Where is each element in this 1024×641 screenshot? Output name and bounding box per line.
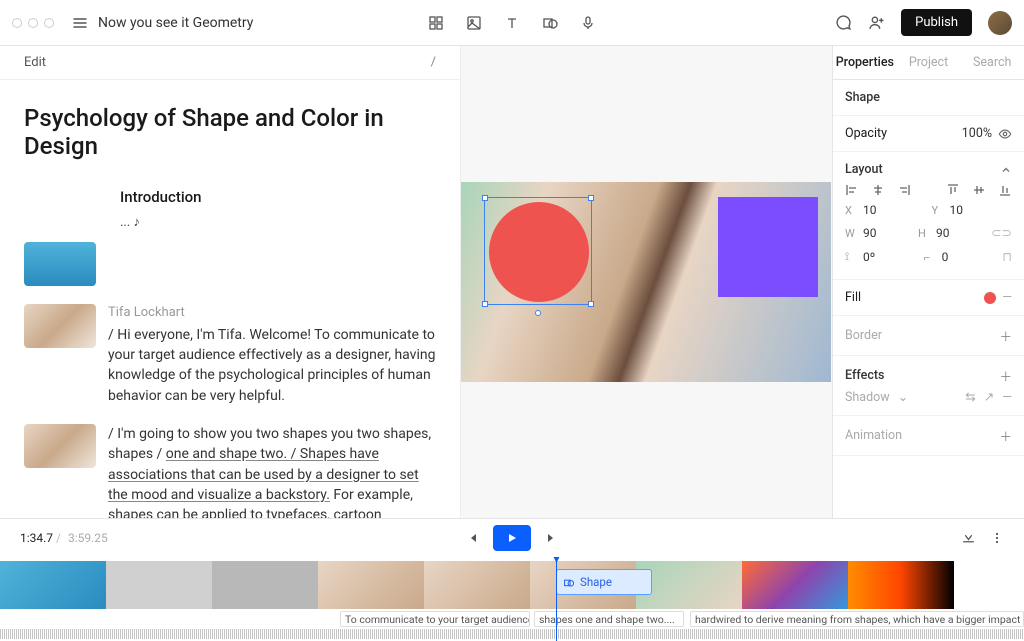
align-left-icon[interactable] xyxy=(845,183,859,197)
top-toolbar: Now you see it Geometry Publish xyxy=(0,0,1024,46)
script-panel: Edit / Psychology of Shape and Color in … xyxy=(0,46,460,518)
prev-frame-icon[interactable] xyxy=(465,531,479,545)
animation-section-h: Animation xyxy=(845,428,902,443)
speaker-name: Tifa Lockhart xyxy=(108,304,436,323)
collapse-icon[interactable] xyxy=(1000,164,1012,176)
link-size-icon[interactable]: ⊂⊃ xyxy=(991,225,1012,241)
h-input[interactable]: 90 xyxy=(936,226,950,240)
remove-fill-icon[interactable]: — xyxy=(1002,290,1012,305)
timeline-clip[interactable] xyxy=(742,561,848,609)
effects-section-h: Effects xyxy=(845,368,884,383)
project-title[interactable]: Now you see it Geometry xyxy=(98,15,253,31)
playhead[interactable] xyxy=(556,557,557,641)
shape-tool-icon[interactable] xyxy=(542,15,558,31)
align-center-h-icon[interactable] xyxy=(871,183,885,197)
add-effect-icon[interactable]: ＋ xyxy=(999,366,1012,385)
add-user-icon[interactable] xyxy=(868,14,885,31)
section-heading: Introduction xyxy=(120,188,436,206)
scene-thumbnail[interactable] xyxy=(24,242,96,286)
caption-segment[interactable]: To communicate to your target audience..… xyxy=(340,611,530,627)
menu-icon[interactable] xyxy=(72,15,88,31)
timeline[interactable]: Shape To communicate to your target audi… xyxy=(0,557,1024,641)
play-button[interactable] xyxy=(493,525,531,551)
visibility-icon[interactable] xyxy=(998,127,1012,141)
user-avatar[interactable] xyxy=(988,11,1012,35)
rotation-icon: ⟟ xyxy=(845,250,857,264)
breadcrumb-edit[interactable]: Edit xyxy=(24,55,46,70)
breadcrumb-slash: / xyxy=(431,55,436,70)
fill-section-h: Fill xyxy=(845,290,861,305)
opacity-row[interactable]: Opacity 100% xyxy=(833,116,1024,152)
tab-project[interactable]: Project xyxy=(897,46,961,79)
shadow-settings-icon[interactable]: ⇆ xyxy=(965,389,975,405)
selection-frame[interactable] xyxy=(484,197,592,305)
align-top-icon[interactable] xyxy=(946,183,960,197)
opacity-value[interactable]: 100% xyxy=(962,126,992,141)
remove-shadow-icon[interactable]: — xyxy=(1002,390,1012,405)
timeline-clip[interactable] xyxy=(424,561,530,609)
chevron-down-icon[interactable]: ⌄ xyxy=(898,389,908,405)
tab-properties[interactable]: Properties xyxy=(833,46,897,79)
shape-section-h: Shape xyxy=(845,90,1012,105)
timeline-clip[interactable] xyxy=(318,561,424,609)
x-input[interactable]: 10 xyxy=(863,203,877,217)
breadcrumb: Edit / xyxy=(0,46,460,80)
corner-icon: ⌐ xyxy=(924,251,936,264)
waveform xyxy=(0,629,1024,639)
corner-input[interactable]: 0 xyxy=(942,250,949,264)
music-marker: ... ♪ xyxy=(120,214,436,230)
add-border-icon[interactable]: ＋ xyxy=(999,326,1012,345)
rotation-input[interactable]: 0º xyxy=(863,250,875,264)
corners-expand-icon[interactable]: ⊓ xyxy=(1002,249,1012,265)
align-right-icon[interactable] xyxy=(897,183,911,197)
align-bottom-icon[interactable] xyxy=(998,183,1012,197)
timeline-clip[interactable] xyxy=(0,561,106,609)
timeline-clip[interactable] xyxy=(106,561,212,609)
shadow-label[interactable]: Shadow xyxy=(845,390,890,405)
transcript-text[interactable]: / I'm going to show you two shapes you t… xyxy=(108,424,436,518)
properties-panel: Properties Project Search Shape Opacity … xyxy=(832,46,1024,518)
border-section-h: Border xyxy=(845,328,882,343)
page-title: Psychology of Shape and Color in Design xyxy=(24,104,436,160)
add-animation-icon[interactable]: ＋ xyxy=(999,426,1012,445)
mic-icon[interactable] xyxy=(580,15,596,31)
square-shape[interactable] xyxy=(718,197,818,297)
text-icon[interactable] xyxy=(504,15,520,31)
align-center-v-icon[interactable] xyxy=(972,183,986,197)
next-frame-icon[interactable] xyxy=(545,531,559,545)
window-traffic-lights[interactable] xyxy=(12,18,54,28)
fill-color-swatch[interactable] xyxy=(984,292,996,304)
grid-icon[interactable] xyxy=(428,15,444,31)
timeline-clip[interactable] xyxy=(212,561,318,609)
transcript-text[interactable]: / Hi everyone, I'm Tifa. Welcome! To com… xyxy=(108,327,435,404)
timeline-shape-clip[interactable]: Shape xyxy=(556,569,652,595)
caption-segment[interactable]: hardwired to derive meaning from shapes,… xyxy=(690,611,1024,627)
scene-thumbnail[interactable] xyxy=(24,304,96,348)
timeline-clip[interactable] xyxy=(848,561,954,609)
tab-search[interactable]: Search xyxy=(960,46,1024,79)
timeline-settings-icon[interactable] xyxy=(961,531,976,546)
canvas[interactable] xyxy=(460,46,832,518)
shadow-curve-icon[interactable]: ↗ xyxy=(984,389,994,405)
timecode: 1:34.7 / 3:59.25 xyxy=(20,531,108,545)
layout-section-h: Layout xyxy=(845,162,883,177)
footer: 1:34.7 / 3:59.25 Shape To commun xyxy=(0,518,1024,640)
more-icon[interactable] xyxy=(990,531,1004,546)
scene-thumbnail[interactable] xyxy=(24,424,96,468)
publish-button[interactable]: Publish xyxy=(901,9,972,36)
image-icon[interactable] xyxy=(466,15,482,31)
w-input[interactable]: 90 xyxy=(863,226,877,240)
circle-shape[interactable] xyxy=(489,202,589,302)
y-input[interactable]: 10 xyxy=(950,203,964,217)
chat-icon[interactable] xyxy=(835,14,852,31)
